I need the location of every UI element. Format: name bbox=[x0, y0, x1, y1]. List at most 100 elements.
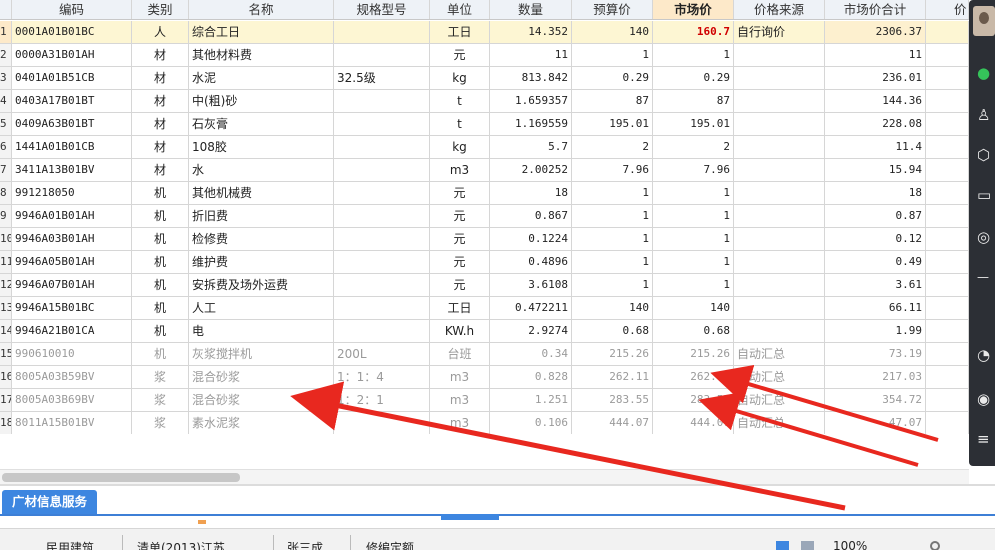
scrollbar-thumb[interactable] bbox=[2, 473, 240, 482]
cell-code[interactable]: 9946A01B01AH bbox=[12, 205, 132, 227]
table-row[interactable]: 10 9946A03B01AH 机检修费元 0.1224 1 1 0.12 bbox=[0, 228, 969, 251]
table-row[interactable]: 3 0401A01B51CB 材水泥 32.5级 kg 813.842 0.29 0.29 23… bbox=[0, 67, 969, 90]
cell-name[interactable]: 水泥 bbox=[189, 67, 334, 89]
cell-type[interactable]: 机 bbox=[132, 343, 189, 365]
cell-total[interactable]: 18 bbox=[825, 182, 926, 204]
cell-total[interactable]: 354.72 bbox=[825, 389, 926, 411]
cell-market[interactable]: 1 bbox=[653, 228, 734, 250]
cell-spec[interactable] bbox=[334, 205, 430, 227]
cell-name[interactable]: 其他机械费 bbox=[189, 182, 334, 204]
cell-name[interactable]: 石灰膏 bbox=[189, 113, 334, 135]
cell-spec[interactable] bbox=[334, 21, 430, 43]
cell-market[interactable]: 0.29 bbox=[653, 67, 734, 89]
cell-type[interactable]: 机 bbox=[132, 297, 189, 319]
cell-type[interactable]: 机 bbox=[132, 274, 189, 296]
cell-total[interactable]: 2306.37 bbox=[825, 21, 926, 43]
cell-name[interactable]: 混合砂浆 bbox=[189, 389, 334, 411]
header-unit[interactable]: 单位 bbox=[430, 0, 490, 19]
cell-qty[interactable]: 18 bbox=[490, 182, 572, 204]
cell-qty[interactable]: 1.251 bbox=[490, 389, 572, 411]
cell-market[interactable]: 1 bbox=[653, 274, 734, 296]
cell-code[interactable]: 9946A15B01BC bbox=[12, 297, 132, 319]
cell-type[interactable]: 机 bbox=[132, 251, 189, 273]
cell-source[interactable] bbox=[734, 297, 825, 319]
cell-name[interactable]: 灰浆搅拌机 bbox=[189, 343, 334, 365]
cell-qty[interactable]: 2.00252 bbox=[490, 159, 572, 181]
cell-code[interactable]: 0000A31B01AH bbox=[12, 44, 132, 66]
cell-total[interactable]: 144.36 bbox=[825, 90, 926, 112]
cell-spec[interactable] bbox=[334, 320, 430, 342]
cell-budget[interactable]: 1 bbox=[572, 182, 653, 204]
cell-qty[interactable]: 2.9274 bbox=[490, 320, 572, 342]
cell-name[interactable]: 水 bbox=[189, 159, 334, 181]
cell-code[interactable]: 8005A03B69BV bbox=[12, 389, 132, 411]
cell-total[interactable]: 228.08 bbox=[825, 113, 926, 135]
cell-unit[interactable]: m3 bbox=[430, 159, 490, 181]
cell-total[interactable]: 217.03 bbox=[825, 366, 926, 388]
cell-qty[interactable]: 5.7 bbox=[490, 136, 572, 158]
cell-name[interactable]: 混合砂浆 bbox=[189, 366, 334, 388]
cell-market[interactable]: 2 bbox=[653, 136, 734, 158]
cell-market[interactable]: 1 bbox=[653, 182, 734, 204]
cell-budget[interactable]: 87 bbox=[572, 90, 653, 112]
cell-budget[interactable]: 2 bbox=[572, 136, 653, 158]
cell-source[interactable] bbox=[734, 136, 825, 158]
cell-code[interactable]: 9946A07B01AH bbox=[12, 274, 132, 296]
cell-code[interactable]: 0401A01B51CB bbox=[12, 67, 132, 89]
table-row[interactable]: 2 0000A31B01AH 材其他材料费元 11 1 1 11 bbox=[0, 44, 969, 67]
cell-source[interactable] bbox=[734, 182, 825, 204]
cell-type[interactable]: 人 bbox=[132, 21, 189, 43]
cell-market[interactable]: 1 bbox=[653, 251, 734, 273]
cell-type[interactable]: 材 bbox=[132, 113, 189, 135]
cell-type[interactable]: 浆 bbox=[132, 389, 189, 411]
cell-name[interactable]: 检修费 bbox=[189, 228, 334, 250]
horizontal-scrollbar[interactable] bbox=[0, 469, 969, 484]
cell-type[interactable]: 浆 bbox=[132, 412, 189, 434]
cell-market[interactable]: 87 bbox=[653, 90, 734, 112]
cell-name[interactable]: 108胶 bbox=[189, 136, 334, 158]
cell-market[interactable]: 215.26 bbox=[653, 343, 734, 365]
cell-qty[interactable]: 813.842 bbox=[490, 67, 572, 89]
cell-code[interactable]: 990610010 bbox=[12, 343, 132, 365]
cell-spec[interactable] bbox=[334, 182, 430, 204]
cell-market[interactable]: 0.68 bbox=[653, 320, 734, 342]
header-budget[interactable]: 预算价 bbox=[572, 0, 653, 19]
cell-unit[interactable]: KW.h bbox=[430, 320, 490, 342]
list-icon[interactable]: ≡ bbox=[977, 430, 995, 448]
cell-unit[interactable]: m3 bbox=[430, 366, 490, 388]
cell-market[interactable]: 283.55 bbox=[653, 389, 734, 411]
cell-budget[interactable]: 0.68 bbox=[572, 320, 653, 342]
cell-code[interactable]: 3411A13B01BV bbox=[12, 159, 132, 181]
cell-qty[interactable]: 0.34 bbox=[490, 343, 572, 365]
cell-qty[interactable]: 0.828 bbox=[490, 366, 572, 388]
cell-extra[interactable] bbox=[926, 297, 969, 319]
cell-qty[interactable]: 0.472211 bbox=[490, 297, 572, 319]
table-row[interactable]: 6 1441A01B01CB 材 108胶 kg 5.7 2 2 11.4 bbox=[0, 136, 969, 159]
cell-market[interactable]: 7.96 bbox=[653, 159, 734, 181]
cell-unit[interactable]: t bbox=[430, 90, 490, 112]
cell-budget[interactable]: 1 bbox=[572, 228, 653, 250]
cell-total[interactable]: 73.19 bbox=[825, 343, 926, 365]
cell-qty[interactable]: 0.1224 bbox=[490, 228, 572, 250]
user-icon[interactable]: ♙ bbox=[977, 106, 995, 124]
header-spec[interactable]: 规格型号 bbox=[334, 0, 430, 19]
cell-total[interactable]: 1.99 bbox=[825, 320, 926, 342]
table-row[interactable]: 4 0403A17B01BT 材中(粗)砂 t 1.659357 87 87 144.36 bbox=[0, 90, 969, 113]
cell-qty[interactable]: 0.106 bbox=[490, 412, 572, 434]
table-row[interactable]: 17 8005A03B69BV 浆混合砂浆 1：2：1 m3 1.251 283.55 283… bbox=[0, 389, 969, 412]
cell-type[interactable]: 材 bbox=[132, 159, 189, 181]
cell-spec[interactable] bbox=[334, 228, 430, 250]
cell-spec[interactable] bbox=[334, 113, 430, 135]
cell-qty[interactable]: 3.6108 bbox=[490, 274, 572, 296]
cell-market[interactable]: 444.07 bbox=[653, 412, 734, 434]
cell-unit[interactable]: 元 bbox=[430, 274, 490, 296]
cell-type[interactable]: 机 bbox=[132, 205, 189, 227]
cell-unit[interactable]: 元 bbox=[430, 205, 490, 227]
table-row[interactable]: 14 9946A21B01CA 机电 KW.h 2.9274 0.68 0.68 1.99 bbox=[0, 320, 969, 343]
table-row[interactable]: 7 3411A13B01BV 材水 m3 2.00252 7.96 7.96 15.94 bbox=[0, 159, 969, 182]
cell-source[interactable]: 自动汇总 bbox=[734, 389, 825, 411]
header-total[interactable]: 市场价合计 bbox=[825, 0, 926, 19]
cell-source[interactable] bbox=[734, 44, 825, 66]
cell-budget[interactable]: 283.55 bbox=[572, 389, 653, 411]
cell-qty[interactable]: 11 bbox=[490, 44, 572, 66]
